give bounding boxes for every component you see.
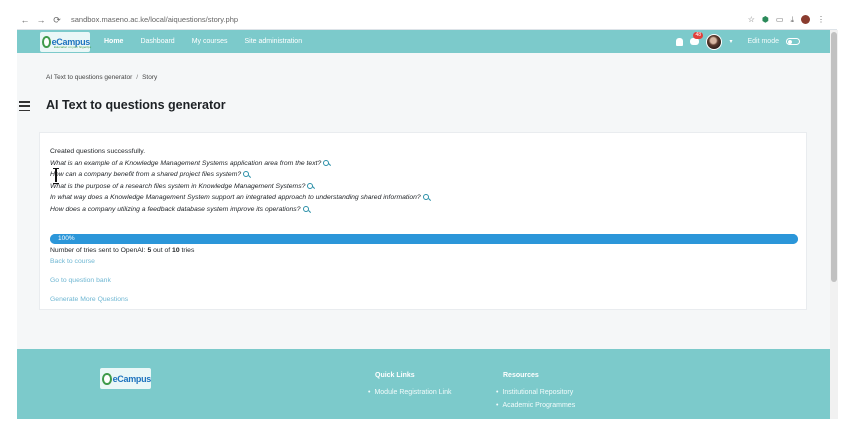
download-icon[interactable]: ⤓ — [790, 15, 794, 25]
browser-toolbar: ← → ⟳ sandbox.maseno.ac.ke/local/aiquest… — [17, 10, 837, 30]
logo-tagline: Education on your fingertips — [54, 44, 92, 49]
resources-section: Resources Institutional Repository Acade… — [502, 372, 575, 415]
site-footer: eCampus Quick Links Module Registration … — [17, 349, 830, 419]
bookmark-star-icon[interactable]: ☆ — [748, 15, 755, 24]
resources-title: Resources — [503, 372, 539, 379]
main-region: AI Text to questions generator / Story A… — [17, 53, 830, 349]
tries-mid: out of — [151, 247, 173, 254]
page-scrollbar[interactable] — [830, 30, 838, 419]
tries-total: 10 — [172, 247, 180, 254]
course-index-drawer-icon[interactable] — [19, 101, 30, 111]
magnifier-icon[interactable] — [307, 182, 314, 189]
status-message: Created questions successfully. — [50, 148, 146, 155]
footer-link-academic-programmes[interactable]: Academic Programmes — [496, 402, 575, 409]
footer-link-module-registration[interactable]: Module Registration Link — [368, 389, 451, 396]
progress-label: 100% — [58, 235, 75, 242]
question-item: What is an example of a Knowledge Manage… — [50, 158, 800, 170]
magnifier-icon[interactable] — [323, 159, 330, 166]
user-avatar[interactable] — [706, 33, 723, 50]
results-content: Created questions successfully. What is … — [50, 146, 800, 303]
breadcrumb: AI Text to questions generator / Story — [46, 74, 157, 81]
nav-dashboard[interactable]: Dashboard — [140, 38, 174, 45]
footer-logo[interactable]: eCampus — [100, 368, 151, 389]
quick-links-section: Quick Links Module Registration Link — [374, 372, 451, 402]
magnifier-icon[interactable] — [422, 194, 429, 201]
messages-icon[interactable]: 48 — [690, 32, 704, 45]
nav-site-administration[interactable]: Site administration — [245, 38, 303, 45]
question-text: What is an example of a Knowledge Manage… — [50, 159, 322, 167]
back-icon[interactable]: ← — [17, 10, 33, 30]
forward-icon[interactable]: → — [33, 10, 49, 30]
notifications-bell-icon[interactable] — [676, 37, 684, 46]
site-navbar: eCampus Education on your fingertips Hom… — [17, 30, 830, 53]
logo-mark-icon — [102, 372, 112, 385]
quick-links-title: Quick Links — [375, 372, 415, 379]
edit-mode-toggle[interactable] — [786, 38, 800, 45]
logo-mark-icon — [42, 35, 51, 48]
question-text: What is the purpose of a research files … — [50, 182, 306, 190]
progress-fill — [50, 234, 798, 244]
progress-bar: 100% — [50, 234, 798, 244]
nav-my-courses[interactable]: My courses — [192, 38, 228, 45]
results-card: Created questions successfully. What is … — [39, 132, 807, 310]
question-bank-link[interactable]: Go to question bank — [50, 277, 111, 284]
question-text: In what way does a Knowledge Management … — [50, 194, 421, 202]
messages-badge: 48 — [693, 32, 704, 39]
user-menu-caret-icon[interactable]: ▾ — [729, 38, 732, 45]
reload-icon[interactable]: ⟳ — [49, 10, 65, 30]
generate-more-link[interactable]: Generate More Questions — [50, 296, 128, 303]
tries-suffix: tries — [179, 247, 195, 254]
question-item: In what way does a Knowledge Management … — [50, 192, 800, 204]
footer-logo-text: eCampus — [112, 373, 152, 384]
question-item: What is the purpose of a research files … — [50, 181, 800, 193]
magnifier-icon[interactable] — [302, 205, 309, 212]
breadcrumb-separator: / — [136, 74, 139, 81]
question-text: How can a company benefit from a shared … — [50, 171, 242, 179]
extension-icon[interactable]: ⬢ — [762, 15, 769, 24]
question-item: How does a company utilizing a feedback … — [50, 204, 800, 216]
tries-prefix: Number of tries sent to OpenAI: — [50, 247, 148, 254]
browser-actions: ☆ ⬢ ▭ ⤓ ⋮ — [748, 15, 837, 25]
breadcrumb-item-story: Story — [142, 74, 158, 81]
edit-mode-label: Edit mode — [747, 38, 779, 45]
site-logo[interactable]: eCampus Education on your fingertips — [40, 31, 92, 52]
scrollbar-thumb[interactable] — [831, 32, 837, 282]
question-item: How can a company benefit from a shared … — [50, 169, 800, 181]
nav-home[interactable]: Home — [104, 38, 123, 45]
puzzle-icon[interactable]: ▭ — [776, 15, 784, 24]
profile-avatar-icon[interactable] — [801, 15, 810, 24]
page-title: AI Text to questions generator — [46, 98, 226, 112]
primary-nav: Home Dashboard My courses Site administr… — [104, 38, 319, 45]
magnifier-icon[interactable] — [243, 171, 250, 178]
text-cursor-icon — [53, 168, 59, 184]
footer-link-institutional-repository[interactable]: Institutional Repository — [496, 389, 575, 396]
tries-counter: Number of tries sent to OpenAI: 5 out of… — [50, 247, 194, 254]
user-controls: 48 ▾ Edit mode — [676, 32, 830, 50]
question-text: How does a company utilizing a feedback … — [50, 205, 301, 213]
back-to-course-link[interactable]: Back to course — [50, 258, 95, 265]
browser-menu-icon[interactable]: ⋮ — [817, 15, 825, 24]
page: ← → ⟳ sandbox.maseno.ac.ke/local/aiquest… — [0, 0, 854, 436]
address-bar[interactable]: sandbox.maseno.ac.ke/local/aiquestions/s… — [71, 15, 238, 24]
breadcrumb-item-generator[interactable]: AI Text to questions generator — [46, 74, 132, 81]
